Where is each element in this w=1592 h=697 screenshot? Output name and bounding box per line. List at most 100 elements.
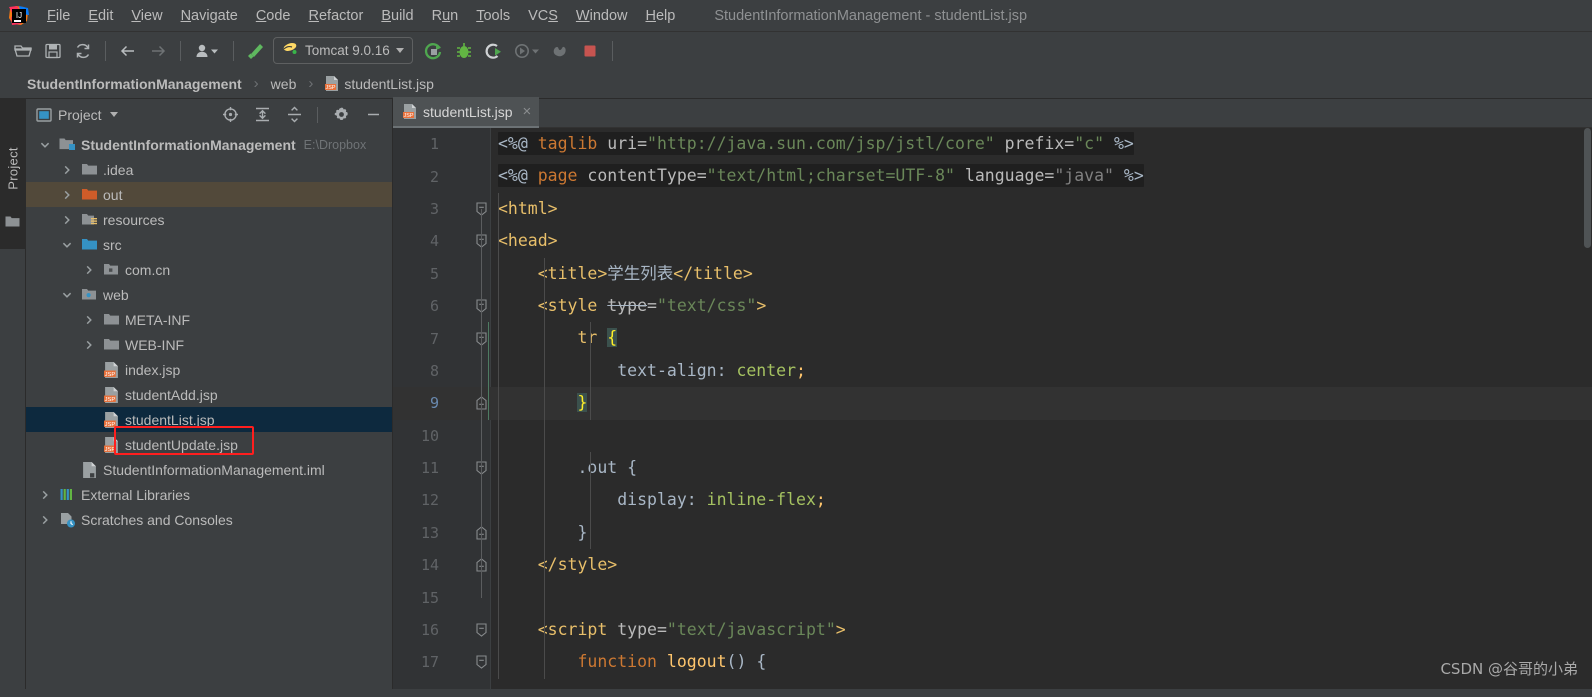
- debug-icon[interactable]: [449, 38, 479, 64]
- tree-node-studentupdate-jsp[interactable]: JSP studentUpdate.jsp: [26, 432, 392, 457]
- breadcrumb-item-file[interactable]: JSP studentList.jsp: [322, 75, 437, 93]
- collapse-all-icon[interactable]: [281, 103, 307, 127]
- update-application-icon[interactable]: [545, 38, 575, 64]
- menu-navigate[interactable]: Navigate: [172, 5, 247, 27]
- code-fold-start-icon[interactable]: [475, 655, 488, 670]
- breadcrumb-item-project[interactable]: StudentInformationManagement: [24, 75, 245, 93]
- menu-view[interactable]: View: [122, 5, 171, 27]
- chevron-right-icon[interactable]: [82, 263, 96, 277]
- gutter-line-10[interactable]: 10: [393, 420, 490, 452]
- gutter-line-12[interactable]: 12: [393, 484, 490, 516]
- profile-dropdown-icon[interactable]: [188, 38, 226, 64]
- chevron-down-icon[interactable]: [109, 112, 118, 117]
- chevron-right-icon[interactable]: [60, 188, 74, 202]
- gutter-line-14[interactable]: 14: [393, 549, 490, 581]
- editor-vertical-scrollbar[interactable]: [1581, 128, 1592, 689]
- gutter-line-9[interactable]: 9: [393, 387, 512, 420]
- tree-node-studentadd-jsp[interactable]: JSP studentAdd.jsp: [26, 382, 392, 407]
- chevron-down-icon[interactable]: [38, 138, 52, 152]
- menu-refactor[interactable]: Refactor: [300, 5, 373, 27]
- gutter-line-8[interactable]: 8: [393, 355, 490, 387]
- scrollbar-thumb[interactable]: [1584, 128, 1591, 248]
- scroll-to-source-icon[interactable]: [217, 103, 243, 127]
- code-token: "text/javascript": [666, 619, 836, 639]
- save-all-icon[interactable]: [38, 38, 68, 64]
- open-folder-icon[interactable]: [8, 38, 38, 64]
- project-panel-header: Project: [26, 99, 392, 130]
- run-icon[interactable]: [419, 38, 449, 64]
- project-tree[interactable]: StudentInformationManagement E:\Dropbox .i…: [26, 130, 392, 689]
- chevron-right-icon[interactable]: [60, 163, 74, 177]
- menu-tools[interactable]: Tools: [467, 5, 519, 27]
- menu-file[interactable]: File: [38, 5, 79, 27]
- code-text-area[interactable]: <%@ taglib uri="http://java.sun.com/jsp/…: [490, 128, 1592, 689]
- tree-node-index-jsp[interactable]: JSP index.jsp: [26, 357, 392, 382]
- main-content: Project Project StudentInformationManage…: [0, 97, 1592, 689]
- profiler-dropdown-icon[interactable]: [509, 38, 545, 64]
- gutter-line-13[interactable]: 13: [393, 517, 490, 549]
- tree-node-web-inf[interactable]: WEB-INF: [26, 332, 392, 357]
- tree-node-meta-inf[interactable]: META-INF: [26, 307, 392, 332]
- tree-arrow-spacer: [82, 388, 96, 402]
- tree-node-studentinformationmanagement-iml[interactable]: StudentInformationManagement.iml: [26, 457, 392, 482]
- code-token: </title>: [673, 263, 753, 283]
- code-fold-start-icon[interactable]: [475, 623, 488, 637]
- back-arrow-icon[interactable]: [113, 38, 143, 64]
- chevron-down-icon[interactable]: [395, 48, 404, 53]
- tree-node-out[interactable]: out: [26, 182, 392, 207]
- gear-icon[interactable]: [328, 103, 354, 127]
- menu-edit[interactable]: Edit: [79, 5, 122, 27]
- code-editor[interactable]: 1 2 3 4 5 6 7 8 9 10 11 12 13 14 15 16 17 <%@ taglib uri…: [393, 128, 1592, 689]
- hide-icon[interactable]: [360, 103, 386, 127]
- sync-refresh-icon[interactable]: [68, 38, 98, 64]
- chevron-right-icon[interactable]: [38, 488, 52, 502]
- menu-window[interactable]: Window: [567, 5, 637, 27]
- stop-icon[interactable]: [575, 38, 605, 64]
- close-icon[interactable]: ×: [523, 104, 532, 119]
- expand-all-icon[interactable]: [249, 103, 275, 127]
- tree-node-studentinformationmanagement[interactable]: StudentInformationManagement E:\Dropbox: [26, 132, 392, 157]
- gutter-line-6[interactable]: 6: [393, 290, 490, 322]
- tree-node-web[interactable]: web: [26, 282, 392, 307]
- gutter-line-11[interactable]: 11: [393, 452, 490, 484]
- gutter-line-16[interactable]: 16: [393, 614, 490, 646]
- menu-code[interactable]: Code: [247, 5, 300, 27]
- menu-help[interactable]: Help: [636, 5, 684, 27]
- tool-window-tab-project[interactable]: Project: [0, 99, 25, 249]
- editor-tab-studentlist-jsp[interactable]: JSP studentList.jsp ×: [393, 97, 540, 128]
- tree-node-src[interactable]: src: [26, 232, 392, 257]
- gutter-line-7[interactable]: 7: [393, 322, 490, 354]
- chevron-down-icon[interactable]: [60, 238, 74, 252]
- gutter-line-4[interactable]: 4: [393, 225, 490, 257]
- chevron-down-icon[interactable]: [60, 288, 74, 302]
- indent-guide: [590, 322, 591, 420]
- tree-node-studentlist-jsp[interactable]: JSP studentList.jsp: [26, 407, 392, 432]
- gutter-line-1[interactable]: 1: [393, 128, 490, 160]
- gutter-line-3[interactable]: 3: [393, 193, 490, 225]
- build-hammer-icon[interactable]: [241, 38, 271, 64]
- code-line-content: display: inline-flex;: [498, 490, 826, 509]
- menu-build[interactable]: Build: [372, 5, 422, 27]
- menu-run[interactable]: Run: [423, 5, 468, 27]
- chevron-right-icon[interactable]: [60, 213, 74, 227]
- gutter-line-2[interactable]: 2: [393, 160, 490, 192]
- gutter-line-17[interactable]: 17: [393, 646, 490, 678]
- tree-node-resources[interactable]: resources: [26, 207, 392, 232]
- chevron-right-icon[interactable]: [82, 338, 96, 352]
- tree-node-scratches-and-consoles[interactable]: Scratches and Consoles: [26, 507, 392, 532]
- breadcrumb-item-web[interactable]: web: [268, 75, 300, 93]
- run-with-coverage-icon[interactable]: [479, 38, 509, 64]
- forward-arrow-icon[interactable]: [143, 38, 173, 64]
- run-configuration-selector[interactable]: Tomcat 9.0.16: [273, 37, 413, 64]
- menu-vcs[interactable]: VCS: [519, 5, 567, 27]
- gutter-line-5[interactable]: 5: [393, 258, 490, 290]
- gutter-line-15[interactable]: 15: [393, 581, 490, 613]
- chevron-right-icon[interactable]: [82, 313, 96, 327]
- tree-node-external-libraries[interactable]: External Libraries: [26, 482, 392, 507]
- chevron-right-icon[interactable]: [38, 513, 52, 527]
- tree-node-idea[interactable]: .idea: [26, 157, 392, 182]
- editor-gutter[interactable]: 1 2 3 4 5 6 7 8 9 10 11 12 13 14 15 16 17: [393, 128, 512, 689]
- tree-node-com-cn[interactable]: com.cn: [26, 257, 392, 282]
